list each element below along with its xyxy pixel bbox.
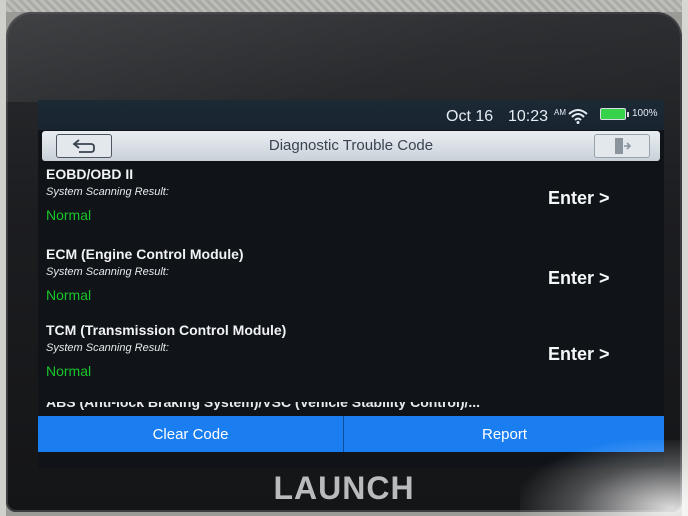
list-item[interactable]: ECM (Engine Control Module) System Scann… — [46, 246, 656, 324]
battery-icon — [600, 108, 629, 120]
photo-edge-right — [682, 0, 688, 516]
enter-button[interactable]: Enter > — [548, 268, 610, 289]
enter-button[interactable]: Enter > — [548, 188, 610, 209]
status-bar: Oct 16 10:23 AM 100% — [38, 100, 664, 130]
page-title: Diagnostic Trouble Code — [268, 137, 434, 154]
status-time: 10:23 — [508, 108, 549, 125]
status-ampm: AM — [554, 108, 566, 117]
action-bar: Clear Code Report — [38, 416, 664, 452]
clear-code-button[interactable]: Clear Code — [38, 416, 344, 452]
scan-result-label: System Scanning Result: — [46, 266, 169, 278]
status-badge: Normal — [46, 207, 92, 223]
system-name: TCM (Transmission Control Module) — [46, 322, 287, 338]
enter-button[interactable]: Enter > — [548, 344, 610, 365]
device-screen: Oct 16 10:23 AM 100% Diagnostic Trouble … — [38, 100, 664, 468]
title-bar: Diagnostic Trouble Code — [42, 131, 660, 161]
list-item[interactable]: EOBD/OBD II System Scanning Result: Norm… — [46, 166, 656, 244]
wifi-icon — [568, 108, 588, 128]
report-button[interactable]: Report — [345, 416, 664, 452]
system-name: ABS (Anti-lock Braking System)/VSC (Vehi… — [46, 402, 481, 410]
battery-percent: 100% — [632, 108, 658, 119]
brand-logo: LAUNCH — [273, 470, 415, 506]
scan-result-label: System Scanning Result: — [46, 342, 169, 354]
system-list: EOBD/OBD II System Scanning Result: Norm… — [38, 166, 664, 418]
status-date: Oct 16 — [446, 108, 494, 125]
scanner-device: Oct 16 10:23 AM 100% Diagnostic Trouble … — [6, 12, 682, 512]
photo-edge-top — [0, 0, 688, 12]
list-item-partial[interactable]: ABS (Anti-lock Braking System)/VSC (Vehi… — [46, 402, 480, 411]
list-item[interactable]: TCM (Transmission Control Module) System… — [46, 322, 656, 400]
system-name: EOBD/OBD II — [46, 166, 134, 182]
scan-result-label: System Scanning Result: — [46, 186, 169, 198]
status-badge: Normal — [46, 287, 92, 303]
system-name: ECM (Engine Control Module) — [46, 246, 244, 262]
exit-button[interactable] — [594, 134, 650, 158]
status-badge: Normal — [46, 363, 92, 379]
exit-icon — [615, 138, 632, 154]
